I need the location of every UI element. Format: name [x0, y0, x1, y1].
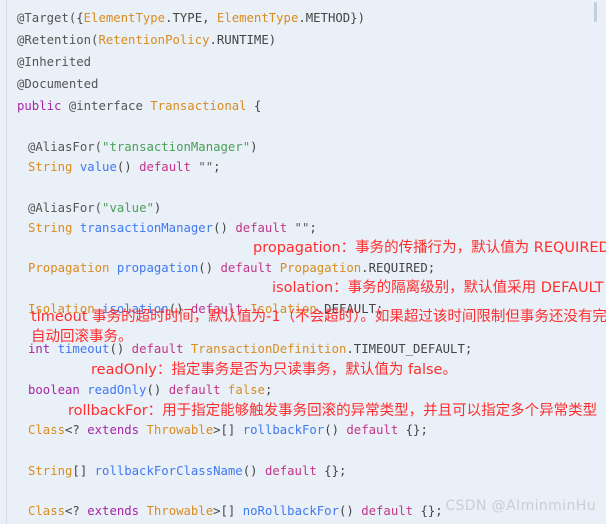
annotation-isolation-note: isolation：事务的隔离级别，默认值采用 DEFAULT	[272, 280, 604, 296]
annotation-propagation-note: propagation：事务的传播行为，默认值为 REQUIRED	[253, 240, 606, 256]
annotation-timeout-note-line1: timeout 事务的超时时间，默认值为-1（不会超时）。如果超过该时间限制但事…	[31, 309, 606, 325]
annotation-rollbackfor-note: rollbackFor：用于指定能够触发事务回滚的异常类型，并且可以指定多个异常…	[68, 403, 598, 419]
annotation-timeout-note-line2: 自动回滚事务。	[31, 329, 133, 345]
annotation-readonly-note: readOnly：指定事务是否为只读事务，默认值为 false。	[91, 362, 457, 378]
red-annotation-layer: propagation：事务的传播行为，默认值为 REQUIRED isolati…	[0, 0, 606, 524]
csdn-watermark: CSDN @AIminminHu	[445, 498, 596, 514]
code-screenshot-root: @Target({ElementType.TYPE, ElementType.M…	[0, 0, 606, 524]
